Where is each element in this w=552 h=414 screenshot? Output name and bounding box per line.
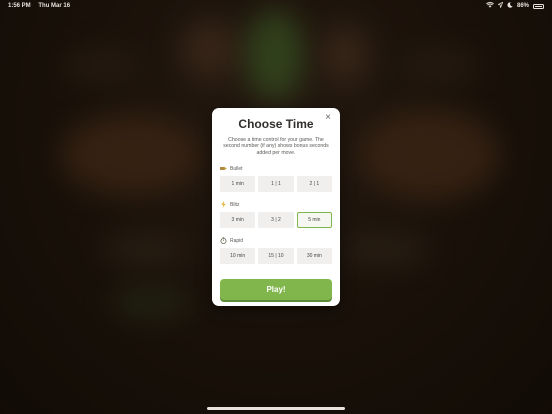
choose-time-modal: × Choose Time Choose a time control for …	[212, 108, 340, 306]
section-label: Blitz	[230, 202, 240, 208]
section-header: Rapid	[220, 236, 332, 246]
time-option-bullet-1[interactable]: 1 min	[220, 176, 256, 192]
rapid-options: 10 min 15 | 10 30 min	[220, 248, 332, 264]
section-header: Blitz	[220, 200, 332, 210]
bullet-icon	[220, 166, 227, 173]
time-option-rapid-2[interactable]: 15 | 10	[258, 248, 294, 264]
battery-icon	[533, 3, 544, 9]
section-bullet: Bullet 1 min 1 | 1 2 | 1	[220, 165, 332, 192]
moon-icon	[507, 2, 513, 10]
section-label: Bullet	[230, 166, 243, 172]
wifi-icon	[486, 2, 494, 10]
play-button[interactable]: Play!	[220, 279, 332, 300]
section-header: Bullet	[220, 165, 332, 173]
stopwatch-icon	[220, 236, 227, 246]
status-date: Thu Mar 16	[38, 3, 71, 9]
time-option-rapid-3[interactable]: 30 min	[296, 248, 332, 264]
time-option-bullet-3[interactable]: 2 | 1	[296, 176, 332, 192]
time-option-blitz-2[interactable]: 3 | 2	[258, 212, 294, 228]
status-time: 1:56 PM	[8, 3, 31, 9]
modal-description: Choose a time control for your game. The…	[223, 137, 329, 156]
time-option-bullet-2[interactable]: 1 | 1	[258, 176, 294, 192]
status-left: 1:56 PM Thu Mar 16	[8, 3, 76, 9]
section-label: Rapid	[230, 238, 244, 244]
close-icon[interactable]: ×	[323, 113, 333, 123]
time-option-rapid-1[interactable]: 10 min	[220, 248, 256, 264]
time-option-blitz-1[interactable]: 3 min	[220, 212, 256, 228]
bullet-options: 1 min 1 | 1 2 | 1	[220, 176, 332, 192]
location-icon	[497, 1, 504, 10]
status-right: 86%	[486, 1, 544, 10]
home-indicator[interactable]	[207, 407, 345, 410]
modal-title: Choose Time	[238, 117, 314, 131]
battery-percent: 86%	[516, 3, 529, 9]
blitz-options: 3 min 3 | 2 5 min	[220, 212, 332, 228]
status-bar: 1:56 PM Thu Mar 16 86%	[0, 0, 552, 12]
time-option-blitz-3[interactable]: 5 min	[296, 212, 332, 228]
section-blitz: Blitz 3 min 3 | 2 5 min	[220, 200, 332, 228]
lightning-icon	[220, 200, 227, 210]
section-rapid: Rapid 10 min 15 | 10 30 min	[220, 236, 332, 264]
